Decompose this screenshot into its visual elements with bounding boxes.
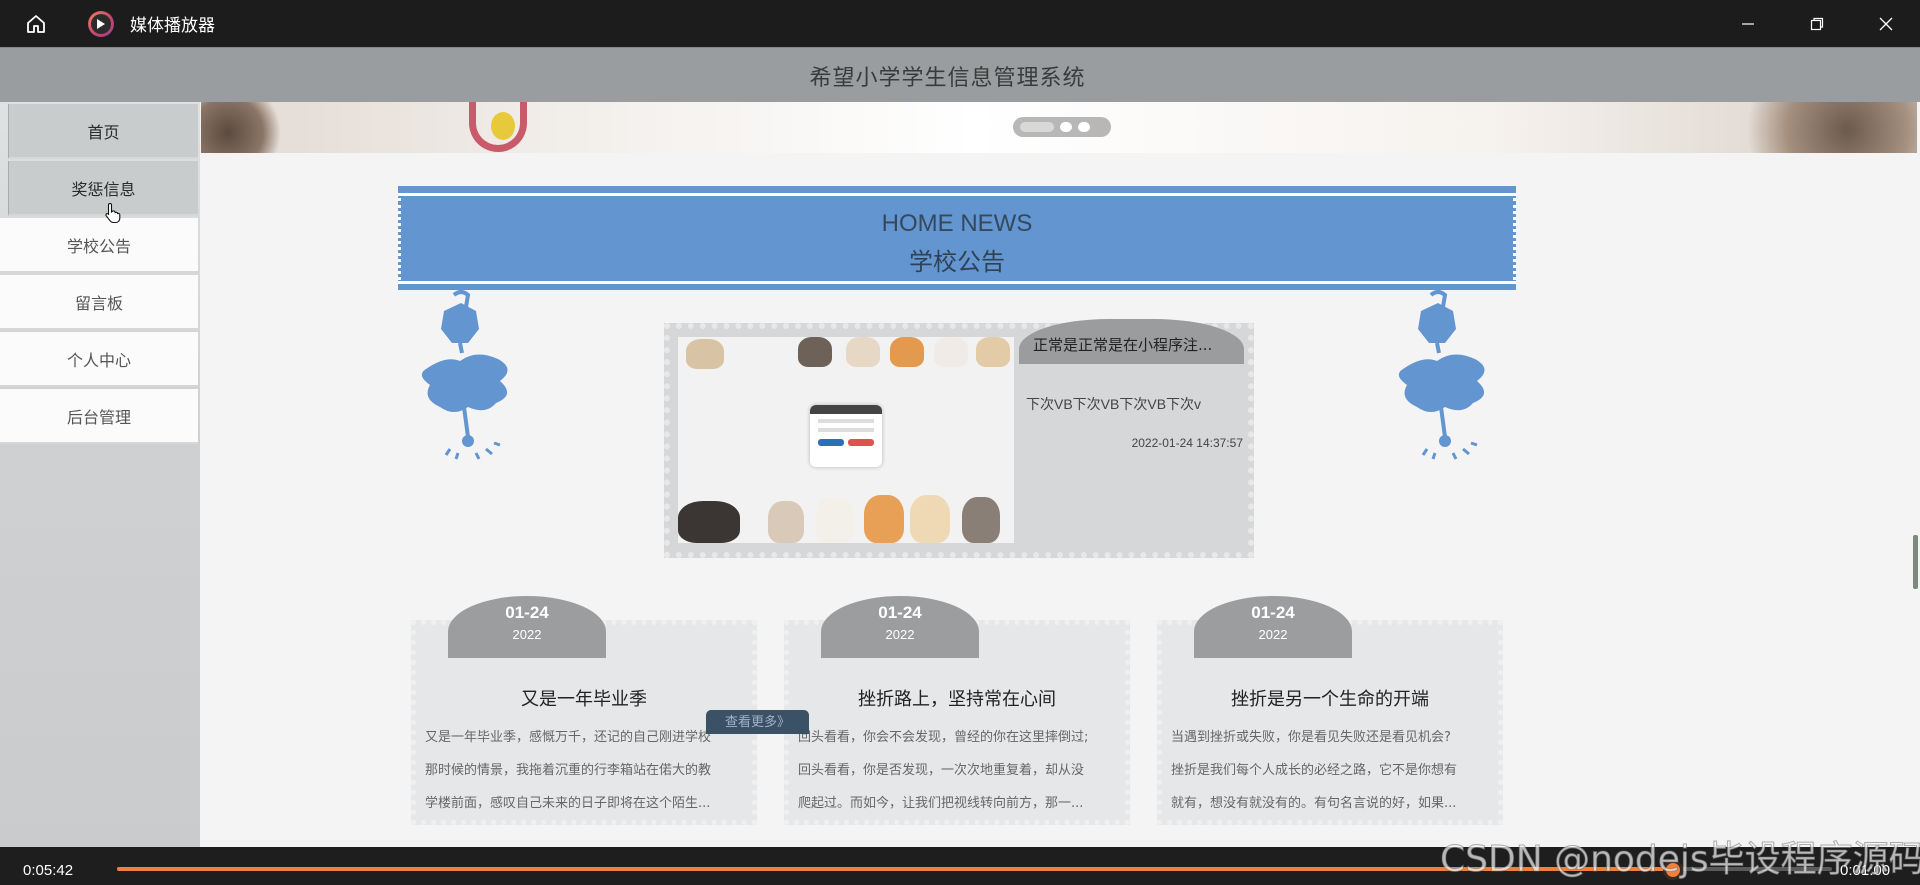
pet-image: [678, 501, 740, 543]
featured-datetime: 2022-01-24 14:37:57: [1131, 436, 1243, 450]
card-summary: 当遇到挫折或失败，你是看见失败还是看见机会? 挫折是我们每个人成长的必经之路，它…: [1171, 721, 1492, 820]
carousel-dot[interactable]: [1020, 122, 1054, 132]
featured-announcement-card[interactable]: 正常是正常是在小程序注... 下次VB下次VB下次VB下次v 2022-01-2…: [664, 319, 1254, 558]
card-summary-line: 挫折是我们每个人成长的必经之路，它不是你想有: [1171, 763, 1458, 778]
pet-image: [962, 497, 1000, 543]
pet-image: [910, 495, 950, 543]
card-summary-line: 又是一年毕业季，感慨万千，还记的自己刚进学校: [425, 730, 712, 745]
card-summary-line: 就有，想没有就没有的。有句名言说的好，如果...: [1171, 796, 1457, 811]
main-content: HOME NEWS 学校公告 正常是正常是在小程序注... 下次VB下次VB下次…: [201, 153, 1917, 847]
news-section-header: HOME NEWS 学校公告: [398, 186, 1516, 290]
pet-image: [976, 337, 1010, 367]
sidebar-item-message-board[interactable]: 留言板: [0, 275, 198, 330]
restore-icon[interactable]: [1782, 0, 1851, 47]
card-year: 2022: [512, 627, 542, 642]
pet-image: [686, 339, 724, 369]
app-title: 媒体播放器: [130, 16, 215, 36]
card-date-badge: 01-24 2022: [1194, 596, 1352, 658]
news-title-en: HOME NEWS: [881, 210, 1033, 237]
bell-icon: [491, 112, 515, 140]
pet-image: [798, 337, 832, 367]
card-summary-line: 回头看看，你会不会发现，曾经的你在这里摔倒过;: [798, 730, 1089, 745]
card-summary: 回头看看，你会不会发现，曾经的你在这里摔倒过; 回头看看，你是否发现，一次次地重…: [798, 721, 1119, 820]
pet-image: [864, 495, 904, 543]
card-summary-line: 爬起过。而如今，让我们把视线转向前方，那一...: [798, 796, 1084, 811]
card-date: 01-24: [1251, 603, 1295, 622]
card-summary-line: 学楼前面，感叹自己未来的日子即将在这个陌生...: [425, 796, 711, 811]
card-summary-line: 当遇到挫折或失败，你是看见失败还是看见机会?: [1171, 730, 1451, 745]
carousel-dot[interactable]: [1060, 122, 1072, 132]
card-title[interactable]: 又是一年毕业季: [416, 685, 752, 711]
decorative-ornament-icon: [421, 290, 508, 460]
carousel-indicators: [1013, 117, 1111, 137]
carousel-dot[interactable]: [1078, 122, 1090, 132]
card-date-badge: 01-24 2022: [448, 596, 606, 658]
card-date: 01-24: [505, 603, 549, 622]
current-time: 0:05:42: [23, 862, 74, 879]
sidebar-item-announcements[interactable]: 学校公告: [0, 218, 198, 273]
featured-image: [678, 337, 1014, 543]
site-title: 希望小学学生信息管理系统: [809, 66, 1086, 91]
card-date: 01-24: [878, 603, 922, 622]
decorative-ornament-icon: [1398, 290, 1485, 460]
banner-cat-image: [201, 102, 291, 153]
minimize-icon[interactable]: [1713, 0, 1782, 47]
card-title[interactable]: 挫折是另一个生命的开端: [1162, 685, 1498, 711]
pet-image: [816, 497, 854, 543]
sidebar-item-admin[interactable]: 后台管理: [0, 389, 198, 444]
sidebar-item-home[interactable]: 首页: [8, 104, 198, 159]
card-summary-line: 那时候的情景，我拖着沉重的行李箱站在偌大的教: [425, 763, 712, 778]
site-header: 希望小学学生信息管理系统: [0, 47, 1920, 102]
banner-carousel: [201, 102, 1917, 153]
sidebar-item-personal-center[interactable]: 个人中心: [0, 332, 198, 387]
pet-image: [890, 337, 924, 367]
hand-cursor-icon: [104, 202, 122, 229]
view-more-button[interactable]: 查看更多》: [706, 710, 809, 734]
pet-image: [846, 337, 880, 367]
news-title-cn: 学校公告: [909, 248, 1005, 276]
pet-image: [934, 337, 968, 367]
card-title[interactable]: 挫折路上，坚持常在心间: [789, 685, 1125, 711]
news-card[interactable]: 01-24 2022 挫折路上，坚持常在心间 回头看看，你会不会发现，曾经的你在…: [784, 596, 1130, 825]
close-icon[interactable]: [1851, 0, 1920, 47]
card-summary: 又是一年毕业季，感慨万千，还记的自己刚进学校 那时候的情景，我拖着沉重的行李箱站…: [425, 721, 746, 820]
watermark: CSDN @nodejs毕设程序源码: [1440, 839, 1920, 881]
home-icon[interactable]: [18, 6, 54, 42]
featured-description: 下次VB下次VB下次VB下次v: [1026, 396, 1202, 412]
card-date-badge: 01-24 2022: [821, 596, 979, 658]
scrollbar-thumb[interactable]: [1913, 535, 1918, 589]
sidebar: 首页 奖惩信息 学校公告 留言板 个人中心 后台管理: [0, 102, 200, 847]
sidebar-item-rewards[interactable]: 奖惩信息: [8, 161, 198, 216]
player-title-bar: 媒体播放器: [0, 0, 1920, 47]
card-year: 2022: [885, 627, 915, 642]
card-year: 2022: [1258, 627, 1288, 642]
pet-image: [768, 501, 804, 543]
media-player-logo-icon: [88, 10, 114, 37]
login-form-thumbnail: [810, 405, 882, 467]
news-card[interactable]: 01-24 2022 挫折是另一个生命的开端 当遇到挫折或失败，你是看见失败还是…: [1157, 596, 1503, 825]
banner-cat-image: [1717, 102, 1917, 153]
featured-title[interactable]: 正常是正常是在小程序注...: [1023, 334, 1243, 355]
window-controls: [1713, 0, 1920, 47]
card-summary-line: 回头看看，你是否发现，一次次地重复着，却从没: [798, 763, 1085, 778]
